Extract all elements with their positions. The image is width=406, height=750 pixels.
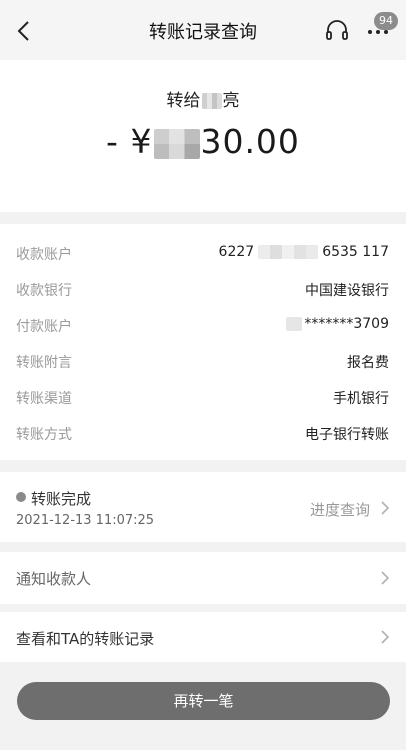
- detail-label: 收款银行: [16, 283, 72, 299]
- status-dot-icon: [16, 492, 26, 502]
- detail-value: 6227 6535 117: [219, 244, 389, 260]
- detail-row-payee-account: 收款账户 6227 6535 117: [0, 234, 406, 270]
- nav-bar: 转账记录查询 94: [0, 0, 406, 60]
- transfer-details: 收款账户 6227 6535 117 收款银行 中国建设银行 付款账户 *****…: [0, 224, 406, 460]
- message-count-badge: 94: [374, 12, 398, 30]
- detail-row-memo: 转账附言 报名费: [0, 342, 406, 378]
- transfer-amount: - ¥ 30.00: [0, 122, 406, 161]
- detail-row-channel: 转账渠道 手机银行: [0, 378, 406, 414]
- progress-query-link[interactable]: 进度查询: [310, 499, 370, 520]
- detail-value: 中国建设银行: [305, 283, 389, 299]
- detail-label: 转账渠道: [16, 391, 72, 407]
- chevron-right-icon: [381, 571, 390, 585]
- payee-prefix: 转给: [166, 91, 201, 111]
- transfer-history-label: 查看和TA的转账记录: [16, 630, 155, 648]
- detail-value: 电子银行转账: [305, 427, 389, 443]
- detail-row-payee-bank: 收款银行 中国建设银行: [0, 270, 406, 306]
- transfer-status: 转账完成 2021-12-13 11:07:25 进度查询: [0, 472, 406, 542]
- notify-payee-item[interactable]: 通知收款人: [0, 552, 406, 604]
- transfer-summary-card: 转给 亮 - ¥ 30.00: [0, 60, 406, 212]
- detail-row-payer-account: 付款账户 *******3709: [0, 306, 406, 342]
- account-suffix: 6535 117: [322, 244, 389, 260]
- notify-payee-label: 通知收款人: [16, 570, 92, 588]
- detail-label: 付款账户: [16, 319, 72, 335]
- detail-value: 手机银行: [333, 391, 389, 407]
- payer-account: *******3709: [304, 316, 389, 332]
- detail-value: 报名费: [347, 355, 389, 371]
- amount-mosaic: [154, 128, 201, 159]
- payee-name: 亮: [222, 91, 240, 111]
- detail-label: 转账方式: [16, 427, 72, 443]
- detail-label: 转账附言: [16, 355, 72, 371]
- detail-row-method: 转账方式 电子银行转账: [0, 414, 406, 450]
- payee-line: 转给 亮: [0, 86, 406, 111]
- chevron-right-icon: [381, 630, 390, 644]
- amount-visible: 30.00: [200, 122, 300, 161]
- detail-label: 收款账户: [16, 247, 72, 263]
- amount-prefix: - ¥: [106, 122, 153, 161]
- customer-service-icon[interactable]: [324, 19, 350, 43]
- transfer-again-button[interactable]: 再转一笔: [17, 682, 390, 720]
- payee-name-mosaic: [201, 93, 222, 109]
- account-prefix: 6227: [218, 244, 255, 260]
- payer-account-mosaic: [286, 317, 303, 331]
- status-time: 2021-12-13 11:07:25: [16, 513, 155, 528]
- status-text: 转账完成: [31, 490, 92, 508]
- account-mosaic: [258, 245, 319, 259]
- transfer-history-item[interactable]: 查看和TA的转账记录: [0, 612, 406, 662]
- detail-value: *******3709: [286, 316, 389, 332]
- chevron-right-icon[interactable]: [380, 500, 390, 516]
